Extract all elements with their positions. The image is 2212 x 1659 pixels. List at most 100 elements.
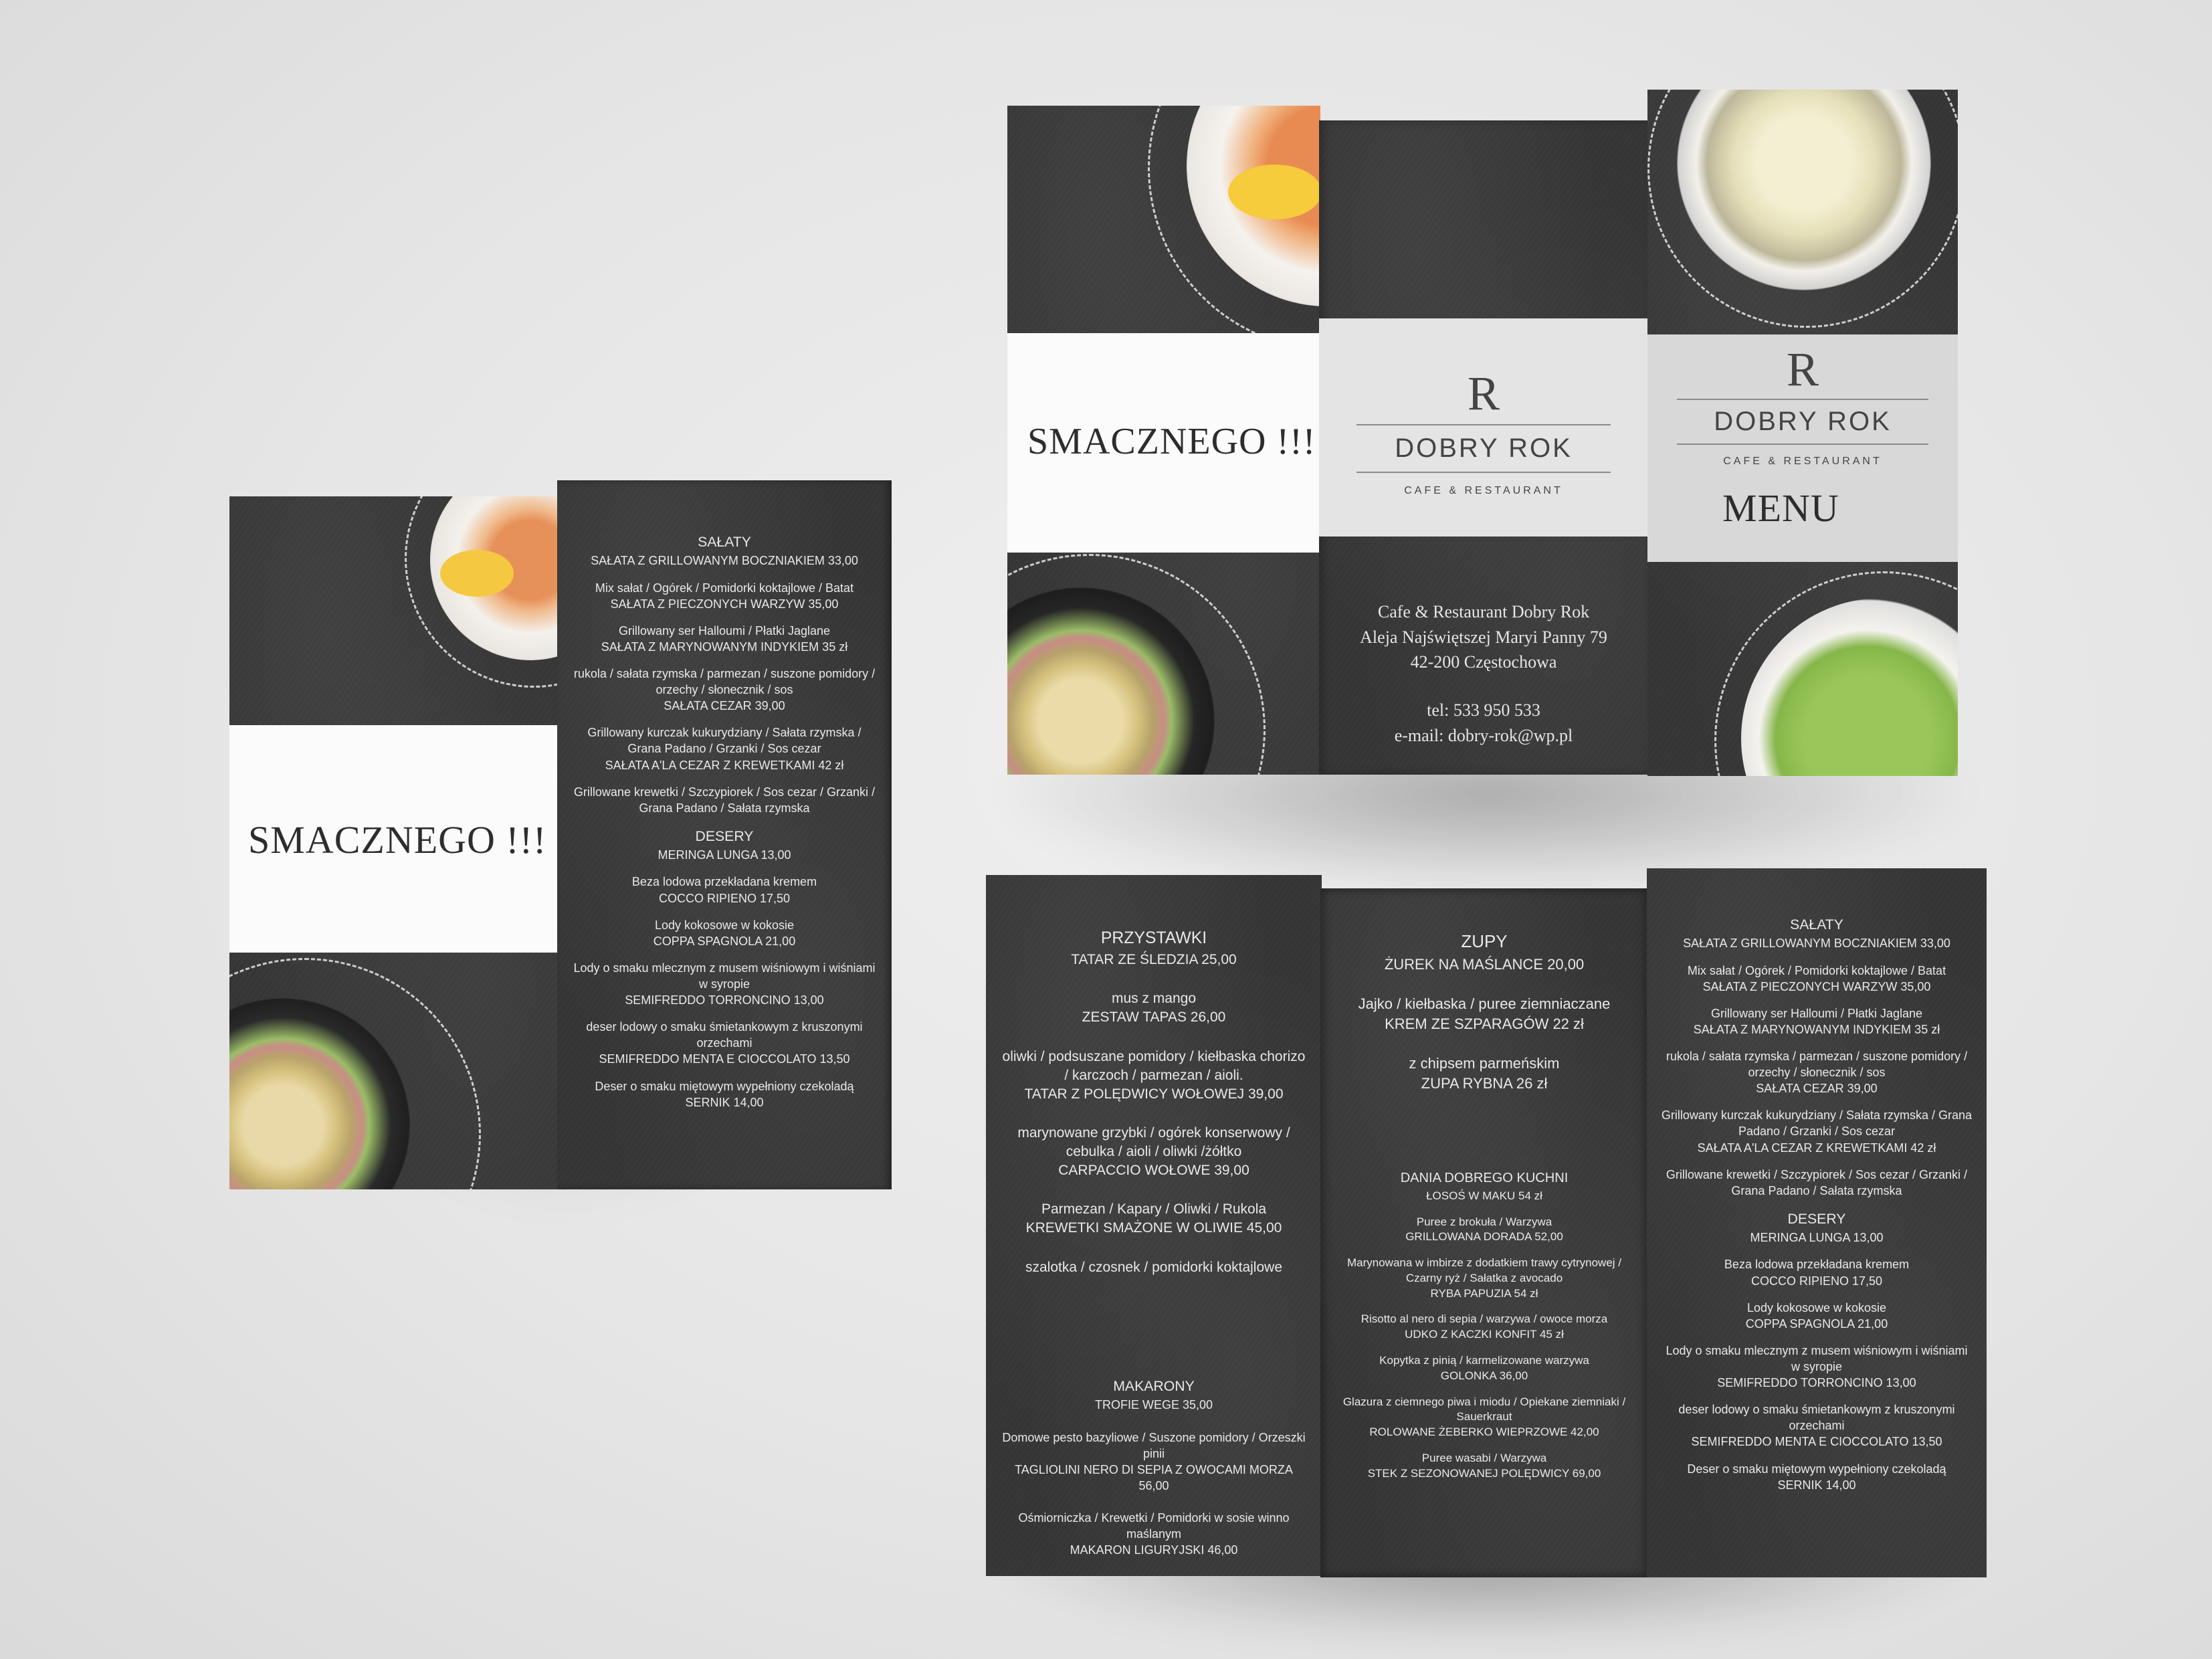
menu-item-name: MERINGA LUNGA 13,00 xyxy=(658,848,791,862)
menu-item: SAŁATY SAŁATA Z GRILLOWANYM BOCZNIAKIEM 3… xyxy=(1660,915,1973,952)
front-right-logo: R DOBRY ROK CAFE & RESTAURANT xyxy=(1677,345,1928,468)
menu-item: MAKARONY TROFIE WEGE 35,00 xyxy=(1002,1377,1306,1413)
menu-item: Domowe pesto bazyliowe / Suszone pomidor… xyxy=(1002,1430,1306,1494)
menu-item-name: COPPA SPAGNOLA 21,00 xyxy=(653,934,796,948)
menu-item: Lody kokosowe w kokosie COPPA SPAGNOLA 21… xyxy=(1660,1300,1973,1332)
inside-panel-right: SAŁATY SAŁATA Z GRILLOWANYM BOCZNIAKIEM 3… xyxy=(1647,868,1987,1577)
menu-item: ZUPY ŻUREK NA MAŚLANCE 20,00 xyxy=(1334,930,1635,974)
menu-item-name: SAŁATA Z GRILLOWANYM BOCZNIAKIEM 33,00 xyxy=(591,554,858,568)
menu-item: Kopytka z pinią / karmelizowane warzywa G… xyxy=(1334,1353,1635,1384)
menu-section-heading: DESERY xyxy=(695,827,754,844)
menu-item: Lody kokosowe w kokosie COPPA SPAGNOLA 21… xyxy=(571,917,878,949)
logo-subtitle: CAFE & RESTAURANT xyxy=(1404,485,1563,496)
menu-item-description: Grillowany ser Halloumi / Płatki Jaglane xyxy=(618,623,831,638)
menu-item-name: MAKARON LIGURYJSKI 46,00 xyxy=(1070,1543,1238,1557)
menu-item-name: COCCO RIPIENO 17,50 xyxy=(658,891,791,905)
menu-item: Marynowana w imbirze z dodatkiem trawy c… xyxy=(1334,1256,1635,1301)
menu-item: Risotto al nero di sepia / warzywa / owo… xyxy=(1334,1312,1635,1343)
menu-item: Puree wasabi / Warzywa STEK Z SEZONOWANEJ… xyxy=(1334,1451,1635,1482)
menu-item: Glazura z ciemnego piwa i miodu / Opieka… xyxy=(1334,1395,1635,1440)
menu-item: Lody o smaku mlecznym z musem wiśniowym … xyxy=(1660,1343,1973,1391)
menu-item-name: UDKO Z KACZKI KONFIT 45 zł xyxy=(1405,1328,1564,1341)
menu-item: rukola / sałata rzymska / parmezan / sus… xyxy=(571,666,878,714)
menu-section-heading: PRZYSTAWKI xyxy=(1100,929,1207,947)
menu-item-description: Grillowany kurczak kukurydziany / Sałata… xyxy=(587,726,862,756)
front-panel-middle: R DOBRY ROK CAFE & RESTAURANT Cafe & Res… xyxy=(1319,120,1648,775)
contact-street: Aleja Najświętszej Maryi Panny 79 xyxy=(1360,627,1607,647)
menu-item: Beza lodowa przekładana kremem COCCO RIPI… xyxy=(1660,1256,1973,1288)
menu-item-description: Puree wasabi / Warzywa xyxy=(1421,1451,1547,1464)
contact-phone: tel: 533 950 533 xyxy=(1427,700,1540,720)
dashed-circle xyxy=(1148,106,1320,351)
menu-item: Lody o smaku mlecznym z musem wiśniowym … xyxy=(571,960,878,1008)
inside-col1-list: PRZYSTAWKI TATAR ZE ŚLEDZIA 25,00 mus z ma… xyxy=(1002,927,1306,1297)
menu-item-name: SEMIFREDDO MENTA E CIOCCOLATO 13,50 xyxy=(1691,1435,1942,1449)
menu-item-description: mus z mango xyxy=(1111,991,1197,1007)
menu-item-description: rukola / sałata rzymska / parmezan / sus… xyxy=(573,667,876,697)
menu-item: DESERY MERINGA LUNGA 13,00 xyxy=(571,827,878,864)
contact-name: Cafe & Restaurant Dobry Rok xyxy=(1377,602,1590,621)
menu-item: Beza lodowa przekładana kremem COCCO RIPI… xyxy=(571,874,878,906)
logo-monogram: R xyxy=(1467,367,1500,420)
dashed-circle xyxy=(1714,571,1958,776)
inside-panel-left: PRZYSTAWKI TATAR ZE ŚLEDZIA 25,00 mus z ma… xyxy=(986,875,1322,1576)
dashed-circle xyxy=(1647,90,1958,328)
inside-col2-list: ZUPY ŻUREK NA MAŚLANCE 20,00 Jajko / kiełb… xyxy=(1334,930,1635,1113)
menu-item: Mix sałat / Ogórek / Pomidorki koktajlow… xyxy=(571,580,878,612)
menu-item-name: ROLOWANE ŻEBERKO WIEPRZOWE 42,00 xyxy=(1369,1426,1599,1439)
menu-item-description: Mix sałat / Ogórek / Pomidorki koktajlow… xyxy=(595,581,854,595)
menu-item-description: Marynowana w imbirze z dodatkiem trawy c… xyxy=(1346,1256,1622,1284)
menu-item-name: SAŁATA Z GRILLOWANYM BOCZNIAKIEM 33,00 xyxy=(1683,937,1950,951)
menu-item: PRZYSTAWKI TATAR ZE ŚLEDZIA 25,00 xyxy=(1002,927,1306,969)
front-logo: R DOBRY ROK CAFE & RESTAURANT xyxy=(1356,369,1611,497)
inside-col3-list: SAŁATY SAŁATA Z GRILLOWANYM BOCZNIAKIEM 3… xyxy=(1660,915,1973,1504)
menu-section-heading: DESERY xyxy=(1787,1210,1846,1227)
menu-item-name: GOLONKA 36,00 xyxy=(1440,1369,1528,1382)
menu-item: oliwki / podsuszane pomidory / kiełbaska… xyxy=(1002,1048,1306,1104)
front-smacznego-text: SMACZNEGO !!! xyxy=(1027,421,1316,462)
inside-panel-middle: ZUPY ŻUREK NA MAŚLANCE 20,00 Jajko / kiełb… xyxy=(1320,888,1648,1577)
menu-item-description: rukola / sałata rzymska / parmezan / sus… xyxy=(1666,1050,1968,1080)
menu-item-name: SAŁATA CEZAR 39,00 xyxy=(664,699,785,713)
menu-section-heading: SAŁATY xyxy=(1790,916,1843,933)
menu-item: Deser o smaku miętowym wypełniony czekol… xyxy=(571,1078,878,1110)
inside-col2b-list: DANIA DOBREGO KUCHNI ŁOSOŚ W MAKU 54 zł Pu… xyxy=(1334,1169,1635,1492)
menu-item: Mix sałat / Ogórek / Pomidorki koktajlow… xyxy=(1660,963,1973,995)
menu-item-description: marynowane grzybki / ogórek konserwowy /… xyxy=(1017,1125,1290,1160)
front-panel-left: SMACZNEGO !!! xyxy=(1007,106,1320,775)
dashed-circle xyxy=(1007,554,1266,775)
menu-item-name: COCCO RIPIENO 17,50 xyxy=(1750,1274,1883,1288)
menu-item-name: TAGLIOLINI NERO DI SEPIA Z OWOCAMI MORZA… xyxy=(1015,1462,1293,1492)
menu-item: DANIA DOBREGO KUCHNI ŁOSOŚ W MAKU 54 zł xyxy=(1334,1169,1635,1204)
menu-item-description: Mix sałat / Ogórek / Pomidorki koktajlow… xyxy=(1687,963,1946,977)
inside-col1b-list: MAKARONY TROFIE WEGE 35,00 Domowe pesto ba… xyxy=(1002,1377,1306,1574)
menu-item-name: ŻUREK NA MAŚLANCE 20,00 xyxy=(1384,955,1585,973)
menu-item-description: Puree z brokuła / Warzywa xyxy=(1416,1215,1552,1228)
menu-item-name: SERNIK 14,00 xyxy=(1777,1478,1856,1492)
menu-item: rukola / sałata rzymska / parmezan / sus… xyxy=(1660,1048,1973,1096)
menu-item-description: Beza lodowa przekładana kremem xyxy=(1724,1258,1910,1272)
menu-item: Puree z brokuła / Warzywa GRILLOWANA DORA… xyxy=(1334,1215,1635,1246)
logo-monogram: R xyxy=(1786,343,1819,396)
menu-item-name: RYBA PAPUZIA 54 zł xyxy=(1430,1286,1538,1300)
menu-item-name: ZESTAW TAPAS 26,00 xyxy=(1082,1009,1226,1026)
menu-item-name: SEMIFREDDO TORRONCINO 13,00 xyxy=(625,993,824,1007)
contact-email[interactable]: e-mail: dobry-rok@wp.pl xyxy=(1319,723,1648,749)
dashed-circle xyxy=(405,496,559,688)
menu-section-heading: MAKARONY xyxy=(1113,1378,1195,1394)
menu-item: Grillowany ser Halloumi / Płatki Jaglane… xyxy=(1660,1005,1973,1038)
menu-item: mus z mango ZESTAW TAPAS 26,00 xyxy=(1002,989,1306,1027)
menu-item-description: deser lodowy o smaku śmietankowym z krus… xyxy=(1678,1403,1955,1433)
menu-item-description: z chipsem parmeńskim xyxy=(1409,1055,1560,1072)
menu-item: deser lodowy o smaku śmietankowym z krus… xyxy=(1660,1401,1973,1450)
menu-item: Ośmiorniczka / Krewetki / Pomidorki w so… xyxy=(1002,1510,1306,1558)
menu-item-description: Deser o smaku miętowym wypełniony czekol… xyxy=(1687,1462,1946,1476)
menu-item-description: Ośmiorniczka / Krewetki / Pomidorki w so… xyxy=(1018,1511,1290,1541)
menu-item-name: TATAR Z POLĘDWICY WOŁOWEJ 39,00 xyxy=(1024,1086,1284,1102)
left-cover-panel: SMACZNEGO !!! xyxy=(229,496,559,1189)
menu-item-description: Grillowane krewetki / Szczypiorek / Sos … xyxy=(1666,1167,1968,1197)
menu-item-description: szalotka / czosnek / pomidorki koktajlow… xyxy=(1025,1259,1282,1275)
menu-item-description: Grillowany kurczak kukurydziany / Sałata… xyxy=(1661,1108,1973,1139)
menu-item-name: COPPA SPAGNOLA 21,00 xyxy=(1745,1316,1888,1331)
menu-item: marynowane grzybki / ogórek konserwowy /… xyxy=(1002,1124,1306,1180)
